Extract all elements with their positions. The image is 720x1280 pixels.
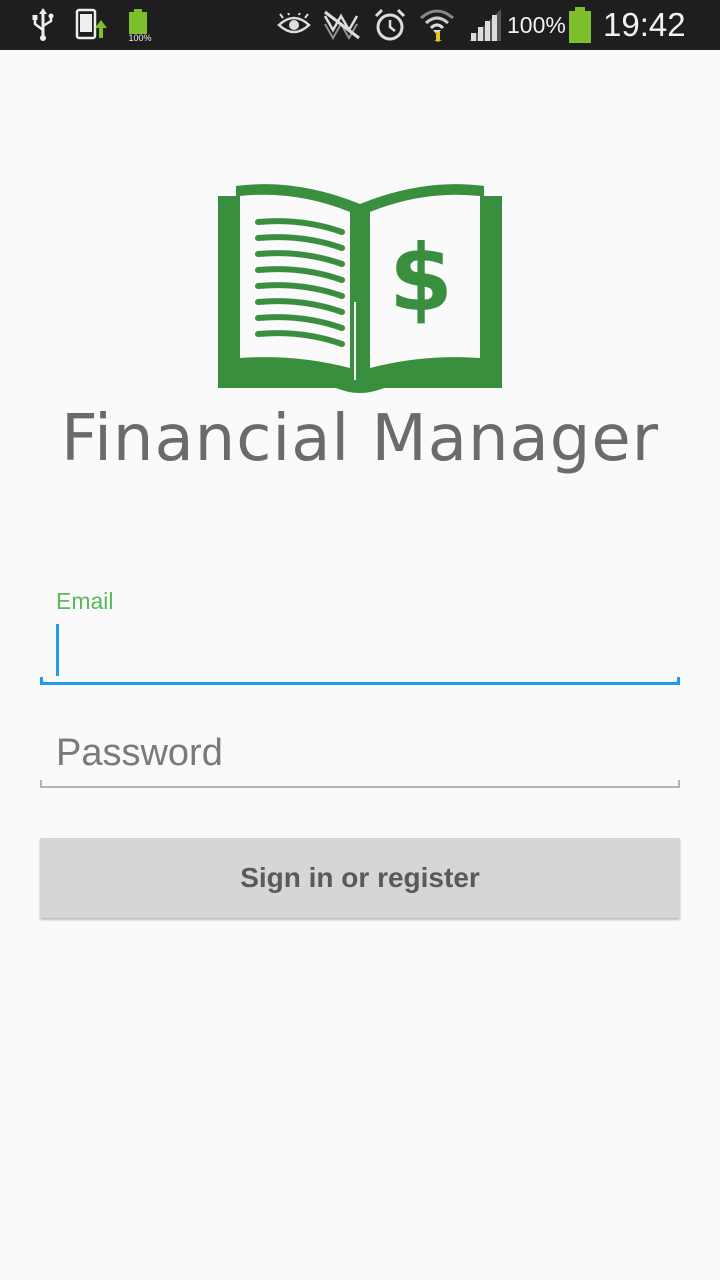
clock: 19:42 — [603, 6, 686, 43]
book-icon: $ — [218, 184, 502, 393]
status-bar: 100% 100% 19:42 — [0, 0, 720, 50]
alarm-icon — [372, 0, 408, 50]
password-field[interactable] — [40, 720, 680, 786]
text-cursor — [56, 624, 59, 676]
usb-icon — [30, 0, 56, 50]
battery-small-icon: 100% — [124, 0, 156, 50]
battery-percent: 100% — [507, 11, 566, 38]
dollar-symbol: $ — [389, 225, 453, 332]
email-field[interactable] — [40, 622, 680, 682]
mute-icon — [320, 0, 364, 50]
app-logo: $ — [216, 182, 504, 394]
eye-icon — [276, 0, 312, 50]
app-title: Financial Manager — [60, 402, 660, 476]
svg-text:100%: 100% — [128, 33, 151, 43]
sign-in-register-button[interactable]: Sign in or register — [40, 838, 680, 918]
email-underline — [40, 677, 680, 685]
password-field-group — [40, 720, 680, 792]
phone-update-icon — [74, 0, 110, 50]
battery-icon — [566, 0, 594, 50]
email-label: Email — [56, 588, 114, 614]
wifi-icon — [418, 0, 456, 50]
signal-icon — [466, 0, 504, 50]
password-underline — [40, 780, 680, 788]
email-field-group: Email — [40, 586, 680, 686]
